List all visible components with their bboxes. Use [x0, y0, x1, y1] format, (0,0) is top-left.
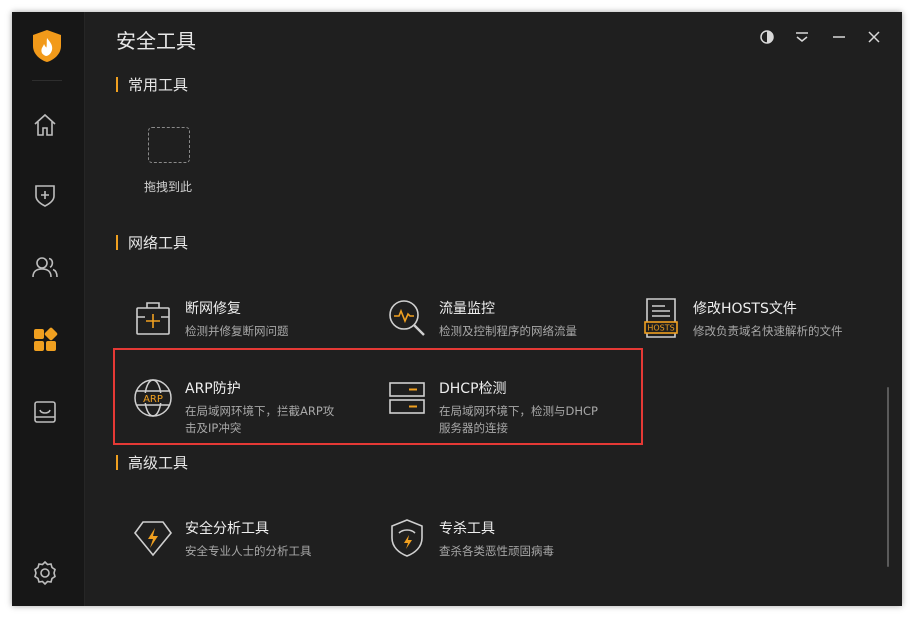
diamond-bolt-icon — [131, 516, 175, 560]
section-network: 网络工具 — [116, 233, 189, 252]
apps-icon — [34, 327, 58, 351]
tool-name: 流量监控 — [439, 301, 495, 317]
minimize-button[interactable] — [830, 28, 848, 46]
tool-name: 安全分析工具 — [185, 521, 269, 537]
app-window: 安全工具 常用工具 拖拽到此 网络工具 断网修复 检测并修复断网问题 流量监控 … — [12, 12, 902, 606]
tool-name: DHCP检测 — [439, 381, 507, 397]
theme-button[interactable] — [758, 28, 776, 46]
sidebar-item-settings[interactable] — [30, 558, 60, 588]
tool-description-line: 击及IP冲突 — [185, 421, 242, 435]
tool-name: 修改HOSTS文件 — [693, 301, 797, 317]
tool-name: 专杀工具 — [439, 521, 495, 537]
toolbox-plus-icon — [131, 296, 175, 340]
section-advanced: 高级工具 — [116, 453, 189, 472]
tool-name: 断网修复 — [185, 301, 241, 317]
tool-description-line: 在局域网环境下，检测与DHCP — [439, 404, 598, 418]
users-icon — [32, 257, 58, 278]
server-icon — [385, 376, 429, 420]
globe-arp-icon: ARP — [131, 376, 175, 420]
sidebar-item-users[interactable] — [30, 252, 60, 282]
drop-zone[interactable] — [148, 127, 190, 163]
section-common: 常用工具 — [116, 75, 189, 94]
tool-name: ARP防护 — [185, 381, 241, 397]
tool-arp-protection[interactable]: ARP ARP防护 在局域网环境下，拦截ARP攻 击及IP冲突 — [131, 376, 334, 435]
logo-divider — [32, 80, 62, 81]
minimize-icon — [833, 36, 845, 38]
theme-icon — [760, 30, 774, 44]
section-accent-bar — [116, 76, 118, 92]
shield-bolt-icon — [385, 516, 429, 560]
tool-virus-kill[interactable]: 专杀工具 查杀各类恶性顽固病毒 — [385, 516, 554, 562]
tool-hosts-edit[interactable]: HOSTS 修改HOSTS文件 修改负责域名快速解析的文件 — [639, 296, 843, 342]
page-title: 安全工具 — [116, 29, 196, 53]
close-icon — [868, 31, 880, 43]
flame-shield-icon — [30, 28, 64, 64]
tool-description-line: 在局域网环境下，拦截ARP攻 — [185, 404, 335, 418]
hosts-icon-text: HOSTS — [647, 324, 674, 333]
hosts-file-icon: HOSTS — [639, 296, 683, 340]
menu-icon — [796, 32, 808, 42]
sidebar — [12, 12, 85, 606]
tool-dhcp-check[interactable]: DHCP检测 在局域网环境下，检测与DHCP 服务器的连接 — [385, 376, 598, 435]
gear-icon — [34, 560, 56, 586]
magnifier-pulse-icon — [385, 296, 429, 340]
close-button[interactable] — [865, 28, 883, 46]
section-accent-bar — [116, 454, 118, 470]
home-icon — [34, 113, 56, 136]
section-label: 高级工具 — [128, 453, 189, 472]
tool-description: 修改负责域名快速解析的文件 — [693, 324, 843, 338]
sidebar-item-box[interactable] — [30, 397, 60, 427]
section-accent-bar — [116, 234, 118, 250]
sidebar-item-tools[interactable] — [30, 325, 60, 355]
section-label: 网络工具 — [128, 233, 189, 252]
sidebar-item-home[interactable] — [30, 110, 60, 140]
arp-icon-text: ARP — [143, 394, 163, 405]
inbox-icon — [34, 401, 56, 423]
tool-description: 在局域网环境下，检测与DHCP 服务器的连接 — [439, 403, 598, 437]
tool-net-repair[interactable]: 断网修复 检测并修复断网问题 — [131, 296, 289, 342]
tool-description: 检测及控制程序的网络流量 — [439, 324, 577, 338]
drop-zone-label: 拖拽到此 — [143, 180, 192, 194]
scrollbar[interactable] — [887, 387, 889, 567]
tool-traffic-monitor[interactable]: 流量监控 检测及控制程序的网络流量 — [385, 296, 577, 342]
tool-description: 安全专业人士的分析工具 — [185, 544, 312, 558]
tool-security-analysis[interactable]: 安全分析工具 安全专业人士的分析工具 — [131, 516, 312, 562]
tool-description: 在局域网环境下，拦截ARP攻 击及IP冲突 — [185, 403, 334, 437]
tool-description: 查杀各类恶性顽固病毒 — [439, 544, 554, 558]
shield-plus-icon — [35, 185, 55, 207]
tool-description: 检测并修复断网问题 — [185, 324, 289, 338]
section-label: 常用工具 — [128, 75, 189, 94]
menu-button[interactable] — [793, 28, 811, 46]
tool-description-line: 服务器的连接 — [439, 421, 508, 435]
sidebar-item-protection[interactable] — [30, 180, 60, 210]
